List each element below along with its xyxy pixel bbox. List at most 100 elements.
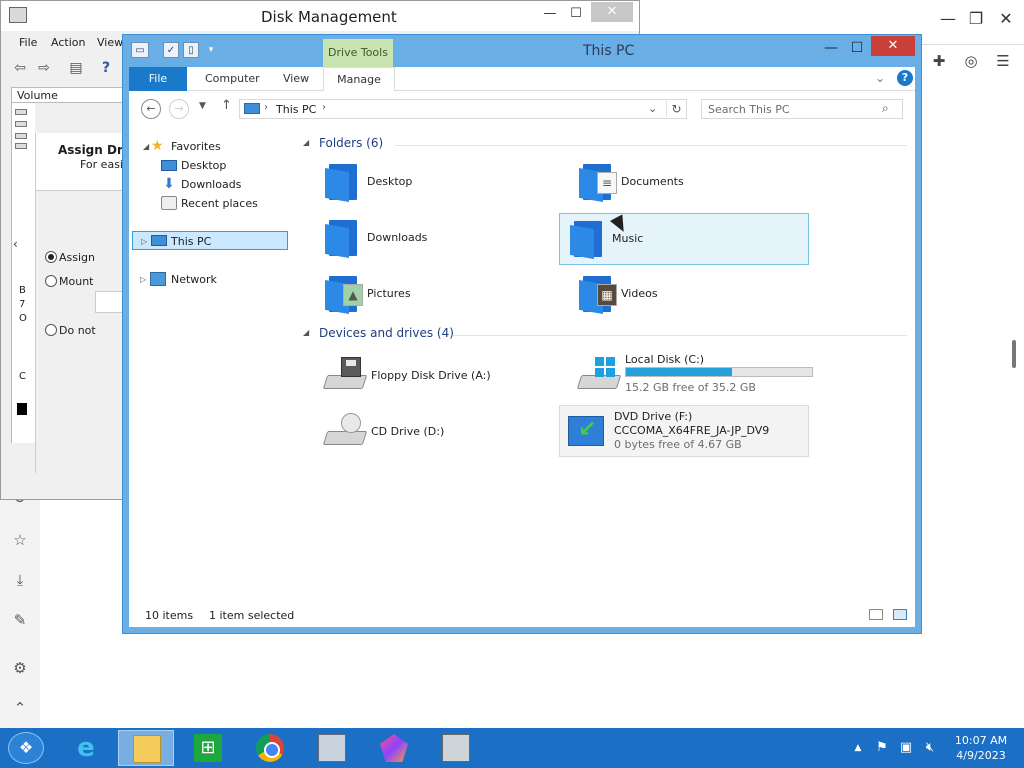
browser-close-button[interactable]: ✕ [994,8,1018,30]
dm-console-icon[interactable]: ▤ [67,59,85,77]
drive-tools-contextual-tab[interactable]: Drive Tools [323,39,393,67]
disk-management-titlebar: Disk Management — ☐ ✕ [1,1,639,31]
start-button[interactable]: ❖ [8,732,44,764]
dm-menu-action[interactable]: Action [51,36,85,49]
properties-qat-icon[interactable]: ✓ [163,42,179,58]
devices-group-header[interactable]: ◢ Devices and drives (4) [303,325,907,343]
taskbar-prism-app[interactable] [366,730,422,766]
folders-group-header[interactable]: ◢ Folders (6) [303,135,907,153]
taskbar-disk-management[interactable] [304,730,360,766]
extensions-icon[interactable]: ✚ [928,50,950,72]
qat-dropdown-icon[interactable]: ▾ [203,42,219,58]
drive-name: Floppy Disk Drive (A:) [371,369,491,382]
download-icon[interactable]: ⤓ [10,570,30,590]
recent-locations-chevron-icon[interactable]: ▼ [199,101,206,111]
navigation-pane: ◢ ★ Favorites Desktop ⬇ Downloads Recent… [129,125,293,601]
browser-restore-button[interactable]: ❐ [964,8,988,30]
forward-button[interactable]: → [169,99,189,119]
search-icon[interactable]: ⌕ [882,101,889,116]
taskbar-internet-explorer[interactable]: e [58,730,114,766]
do-not-assign-radio[interactable] [45,324,57,336]
browser-minimize-button[interactable]: — [936,8,960,30]
drive-tile-dvd[interactable]: DVD Drive (F:) CCCOMA_X64FRE_JA-JP_DV9 0… [559,405,809,457]
drive-tile-floppy[interactable]: Floppy Disk Drive (A:) [315,349,565,401]
folder-tile-desktop[interactable]: Desktop [315,157,565,209]
dm-help-icon[interactable]: ? [97,59,115,77]
folder-tile-music[interactable]: Music [559,213,809,265]
group-collapse-icon[interactable]: ◢ [303,138,309,147]
help-icon[interactable]: ? [897,70,913,86]
assign-letter-radio[interactable] [45,251,57,263]
explorer-minimize-button[interactable]: — [817,39,845,59]
mount-folder-radio[interactable] [45,275,57,287]
bookmark-star-icon[interactable]: ☆ [10,530,30,550]
status-bar: 10 items 1 item selected [129,601,915,627]
network-tray-icon[interactable]: ▣ [898,740,914,756]
new-folder-qat-icon[interactable]: ▯ [183,42,199,58]
folder-tile-documents[interactable]: ≡ Documents [569,157,819,209]
dm-back-icon[interactable]: ⇦ [11,59,29,77]
nav-favorites[interactable]: ◢ ★ Favorites [129,137,289,156]
dm-column-header-volume[interactable]: Volume [11,87,131,103]
profile-icon[interactable]: ◎ [960,50,982,72]
up-button[interactable]: ↑ [221,98,232,113]
nav-downloads-label: Downloads [181,178,242,191]
nav-downloads[interactable]: ⬇ Downloads [129,175,289,194]
dm-close-button[interactable]: ✕ [591,2,633,22]
address-chevron-icon[interactable]: › [264,102,268,113]
folder-tile-pictures[interactable]: ▲ Pictures [315,269,565,321]
dm-maximize-button[interactable]: ☐ [561,5,591,25]
collapse-arrow-icon[interactable]: ◢ [143,137,149,156]
expand-arrow-icon[interactable]: ▷ [140,270,146,289]
dm-forward-icon[interactable]: ⇨ [35,59,53,77]
tab-manage[interactable]: Manage [323,67,395,91]
system-clock[interactable]: 10:07 AM 4/9/2023 [948,733,1014,763]
address-bar[interactable]: › This PC › ⌄ ↻ [239,99,687,119]
drive-tile-local-c[interactable]: Local Disk (C:) 15.2 GB free of 35.2 GB [569,349,819,401]
nav-desktop[interactable]: Desktop [129,156,289,175]
wrench-icon[interactable]: ✎ [10,610,30,630]
nav-network[interactable]: ▷ Network [129,270,289,289]
back-button[interactable]: ← [141,99,161,119]
refresh-icon[interactable]: ↻ [666,101,686,117]
dm-strip-text: B [19,285,26,296]
taskbar-file-explorer[interactable] [118,730,174,766]
dm-menu-file[interactable]: File [19,36,37,49]
browser-scrollbar[interactable] [1012,340,1016,368]
nav-recent-places[interactable]: Recent places [129,194,289,213]
large-icons-view-icon[interactable] [893,609,907,620]
clock-date: 4/9/2023 [956,749,1006,762]
dm-menu-view[interactable]: View [97,36,123,49]
taskbar-drive-tool[interactable] [428,730,484,766]
expand-ribbon-chevron-icon[interactable]: ⌄ [875,71,885,85]
address-text[interactable]: This PC [276,103,316,116]
explorer-close-button[interactable]: ✕ [871,36,915,56]
show-hidden-icons-chevron-icon[interactable]: ▲ [850,740,866,756]
folder-tile-videos[interactable]: ▦ Videos [569,269,819,321]
nav-this-pc[interactable]: ▷ This PC [132,231,288,250]
taskbar-chrome[interactable] [242,730,298,766]
explorer-maximize-button[interactable]: ☐ [843,39,871,59]
address-chevron-icon[interactable]: › [322,102,326,113]
volume-muted-icon[interactable]: 🔇︎ [922,740,938,756]
search-input[interactable]: Search This PC ⌕ [701,99,903,119]
group-collapse-icon[interactable]: ◢ [303,328,309,337]
details-view-icon[interactable] [869,609,883,620]
file-explorer-window: ▭ ✓ ▯ ▾ Drive Tools This PC — ☐ ✕ File C… [122,34,922,634]
tab-computer[interactable]: Computer [193,67,272,91]
devices-group-label: Devices and drives (4) [319,326,454,340]
chevron-up-icon[interactable]: ⌃ [10,698,30,718]
drive-tile-cd[interactable]: CD Drive (D:) [315,405,565,457]
taskbar-store[interactable]: ⊞ [180,730,236,766]
menu-icon[interactable]: ☰ [992,50,1014,72]
expand-arrow-icon[interactable]: ▷ [141,232,147,251]
address-dropdown-icon[interactable]: ⌄ [648,102,657,115]
settings-gear-icon[interactable]: ⚙ [10,658,30,678]
tab-view[interactable]: View [271,67,321,91]
folder-tile-downloads[interactable]: Downloads [315,213,565,265]
folder-label: Downloads [367,231,428,244]
nav-network-label: Network [171,273,217,286]
tab-file[interactable]: File [129,67,187,91]
action-center-flag-icon[interactable]: ⚑ [874,740,890,756]
desktop-folder-icon [325,162,361,202]
